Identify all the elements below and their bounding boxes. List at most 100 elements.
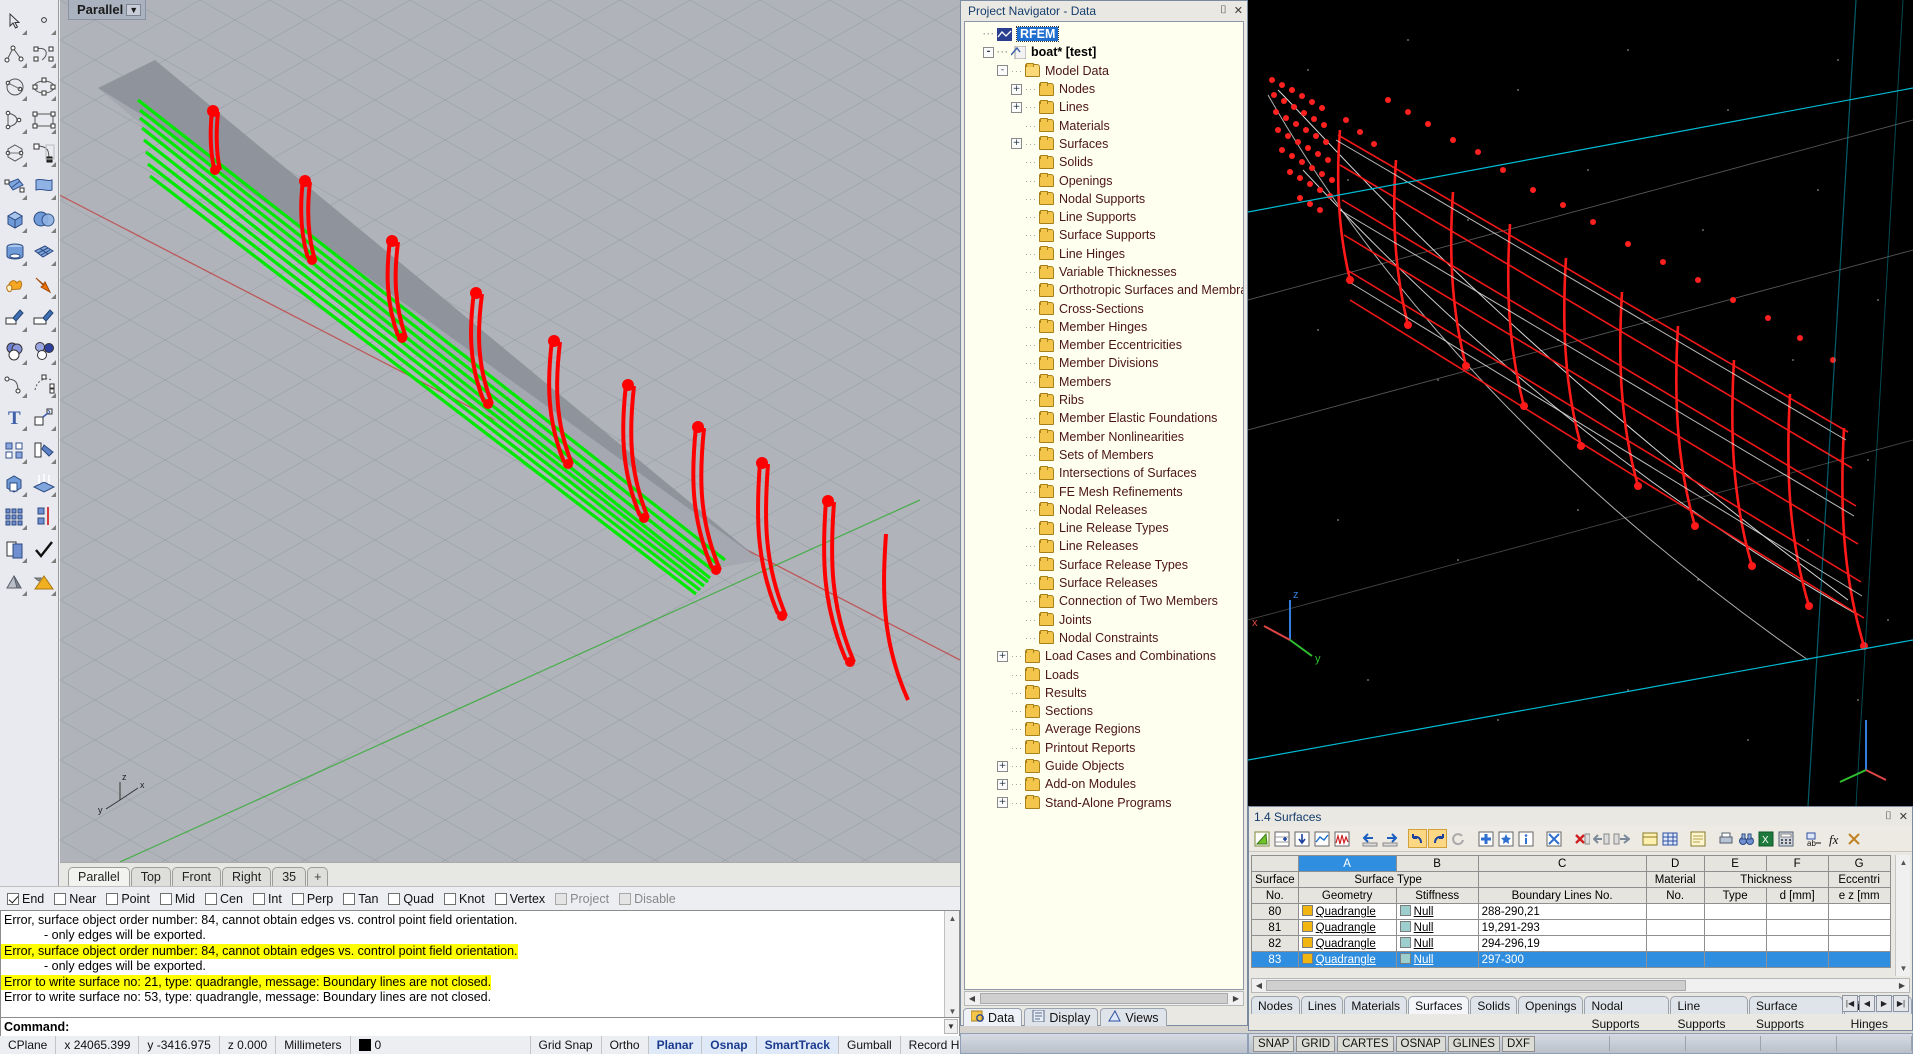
scroll-left-icon[interactable]: ◀ (1252, 981, 1266, 990)
status-toggle-smarttrack[interactable]: SmartTrack (756, 1036, 839, 1054)
scroll-right-icon[interactable]: ▶ (1229, 994, 1243, 1003)
tree-item-printout-reports[interactable]: ··· Printout Reports (969, 739, 1243, 757)
edit-table-icon[interactable] (1252, 829, 1271, 848)
surfaces-grid[interactable]: ABCDEFG Surface Surface Type Material Thick… (1251, 855, 1910, 976)
graph-icon[interactable] (1332, 829, 1351, 848)
table-nav-last-button[interactable]: ▶| (1893, 995, 1909, 1012)
expand-icon[interactable]: + (1011, 83, 1022, 95)
status-toggle-osnap[interactable]: Osnap (702, 1036, 757, 1054)
command-history-dropdown-icon[interactable]: ▼ (944, 1019, 958, 1034)
cell-boundary-lines[interactable]: 297-300 (1477, 951, 1647, 968)
tree-item-member-nonlinearities[interactable]: ··· Member Nonlinearities (969, 428, 1243, 446)
tree-item-rfem[interactable]: ··· RFEM (969, 25, 1243, 43)
row-number[interactable]: 83 (1251, 951, 1299, 968)
collapse-icon[interactable]: - (997, 65, 1008, 77)
pin-icon[interactable]: ⌷ (1220, 4, 1227, 17)
tree-item-openings[interactable]: ··· Openings (969, 171, 1243, 189)
cylinder-icon[interactable] (0, 235, 29, 268)
column-letter-B[interactable]: B (1395, 855, 1479, 872)
viewport-tab-right[interactable]: Right (222, 867, 272, 886)
table-view-icon[interactable] (1640, 829, 1659, 848)
tree-item-intersections-of-surfaces[interactable]: ··· Intersections of Surfaces (969, 464, 1243, 482)
shift-left-icon[interactable] (1592, 829, 1611, 848)
chevron-down-icon[interactable]: ▼ (126, 3, 142, 16)
status-cplane[interactable]: CPlane (0, 1036, 57, 1054)
booleanunion-icon[interactable] (0, 334, 29, 367)
tree-item-average-regions[interactable]: ··· Average Regions (969, 720, 1243, 738)
tree-item-member-eccentricities[interactable]: ··· Member Eccentricities (969, 336, 1243, 354)
fillet-icon[interactable] (0, 367, 29, 400)
status-layer[interactable]: 0 (351, 1036, 531, 1054)
osnap-point[interactable]: Point (106, 892, 150, 906)
chart-icon[interactable] (1312, 829, 1331, 848)
expand-icon[interactable]: + (997, 650, 1008, 662)
tree-item-orthotropic-surfaces-and-membranes[interactable]: ··· Orthotropic Surfaces and Membranes (969, 281, 1243, 299)
table-row[interactable]: 82 Quadrangle Null 294-296,19 (1251, 935, 1891, 952)
checkbox-icon[interactable] (291, 892, 304, 905)
delete-row-icon[interactable] (1572, 829, 1591, 848)
cell-eccentricity[interactable] (1827, 935, 1891, 952)
checkbox-icon[interactable] (444, 892, 456, 905)
insert-row-icon[interactable] (1272, 829, 1291, 848)
osnap-tan[interactable]: Tan (343, 892, 378, 906)
checkbox-icon[interactable] (252, 892, 265, 905)
rfem-viewport[interactable]: z x y (1248, 0, 1913, 806)
star-icon[interactable] (1496, 829, 1515, 848)
ellipse-icon[interactable] (29, 70, 58, 103)
move-left-icon[interactable] (1360, 829, 1379, 848)
viewport-tab-parallel[interactable]: Parallel (68, 867, 130, 886)
table-tab-materials[interactable]: Materials (1344, 996, 1408, 1014)
table-tab-surfaces[interactable]: Surfaces (1408, 996, 1470, 1014)
cell-thickness-type[interactable] (1703, 919, 1767, 936)
rfem-status-glines[interactable]: GLINES (1447, 1035, 1500, 1052)
column-letter-G[interactable]: G (1827, 855, 1891, 872)
table-tab-solids[interactable]: Solids (1470, 996, 1518, 1014)
tree-item-results[interactable]: ··· Results (969, 684, 1243, 702)
cell-geometry[interactable]: Quadrangle (1297, 951, 1397, 968)
cell-eccentricity[interactable] (1827, 903, 1891, 920)
grid-vscrollbar[interactable]: ▲ ▼ (1895, 855, 1910, 976)
osnap-end[interactable]: End (7, 892, 44, 906)
table-tab-surface-supports[interactable]: Surface Supports (1749, 996, 1843, 1031)
blend-icon[interactable] (29, 367, 58, 400)
table-tab-nodes[interactable]: Nodes (1251, 996, 1300, 1014)
close-icon[interactable]: ✕ (1899, 810, 1908, 823)
tree-item-line-supports[interactable]: ··· Line Supports (969, 208, 1243, 226)
shade-icon[interactable] (0, 565, 29, 598)
scroll-right-icon[interactable]: ▶ (1895, 981, 1909, 990)
viewport-add-tab[interactable]: + (307, 867, 329, 886)
viewport-tab-top[interactable]: Top (130, 867, 171, 886)
tree-item-member-elastic-foundations[interactable]: ··· Member Elastic Foundations (969, 409, 1243, 427)
explode-icon[interactable] (29, 268, 58, 301)
check-icon[interactable] (29, 532, 58, 565)
split-icon[interactable] (29, 301, 58, 334)
checkbox-icon[interactable] (388, 892, 401, 905)
status-toggle-planar[interactable]: Planar (648, 1036, 703, 1054)
table-nav-first-button[interactable]: |◀ (1842, 995, 1858, 1012)
rfem-status-grid[interactable]: GRID (1296, 1035, 1336, 1052)
cell-thickness-d[interactable] (1765, 951, 1829, 968)
tree-item-nodal-releases[interactable]: ··· Nodal Releases (969, 501, 1243, 519)
tree-item-variable-thicknesses[interactable]: ··· Variable Thicknesses (969, 263, 1243, 281)
cell-geometry[interactable]: Quadrangle (1297, 935, 1397, 952)
rotate-icon[interactable] (29, 433, 58, 466)
formula-icon[interactable]: fx (1824, 829, 1843, 848)
add-icon[interactable] (1476, 829, 1495, 848)
polygon-icon[interactable] (0, 136, 29, 169)
tree-item-line-hinges[interactable]: ··· Line Hinges (969, 245, 1243, 263)
scroll-down-icon[interactable]: ▼ (945, 1004, 959, 1017)
tree-item-stand-alone-programs[interactable]: + ··· Stand-Alone Programs (969, 793, 1243, 811)
osnap-near[interactable]: Near (54, 892, 96, 906)
tree-item-surface-release-types[interactable]: ··· Surface Release Types (969, 556, 1243, 574)
table-tab-nodal-supports[interactable]: Nodal Supports (1584, 996, 1670, 1031)
row-number[interactable]: 80 (1251, 903, 1299, 920)
shift-right-icon[interactable] (1612, 829, 1631, 848)
pin-icon[interactable]: ⌷ (1885, 810, 1892, 823)
viewport-tab-35[interactable]: 35 (272, 867, 307, 886)
command-history-panel[interactable]: Error, surface object order number: 84, … (0, 910, 960, 1018)
cell-geometry[interactable]: Quadrangle (1297, 903, 1397, 920)
rfem-status-osnap[interactable]: OSNAP (1395, 1035, 1446, 1052)
osnap-int[interactable]: Int (252, 892, 282, 906)
cell-thickness-d[interactable] (1765, 935, 1829, 952)
cell-thickness-d[interactable] (1765, 919, 1829, 936)
